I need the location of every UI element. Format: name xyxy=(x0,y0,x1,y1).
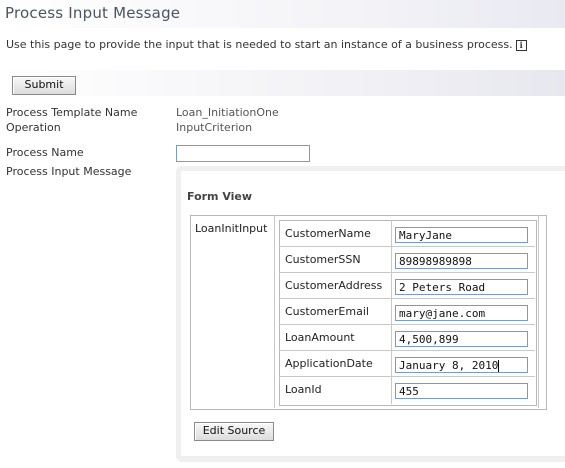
submit-button[interactable]: Submit xyxy=(12,76,76,95)
text-cursor xyxy=(498,360,500,372)
process-name-input[interactable] xyxy=(176,145,310,162)
info-icon[interactable]: i xyxy=(515,39,527,51)
application-date-value: January 8, 2010 xyxy=(399,359,499,372)
loan-amount-label: LoanAmount xyxy=(285,331,355,344)
template-name-label: Process Template Name xyxy=(6,106,138,119)
button-bar: Submit xyxy=(0,70,565,96)
page-description: Use this page to provide the input that … xyxy=(6,38,527,51)
loan-id-field[interactable]: 455 xyxy=(395,383,528,399)
customer-ssn-label: CustomerSSN xyxy=(285,253,361,266)
edit-source-button[interactable]: Edit Source xyxy=(194,422,274,441)
operation-value: InputCriterion xyxy=(176,121,253,134)
operation-label: Operation xyxy=(6,121,61,134)
customer-ssn-field[interactable]: 89898989898 xyxy=(395,253,528,269)
customer-address-field[interactable]: 2 Peters Road xyxy=(395,279,528,295)
template-name-value: Loan_InitiationOne xyxy=(176,106,279,119)
loan-id-label: LoanId xyxy=(285,383,322,396)
description-text: Use this page to provide the input that … xyxy=(6,38,513,51)
application-date-field[interactable]: January 8, 2010 xyxy=(395,357,528,373)
page-title: Process Input Message xyxy=(5,4,181,22)
customer-name-label: CustomerName xyxy=(285,227,371,240)
process-name-label: Process Name xyxy=(6,146,84,159)
form-view-title: Form View xyxy=(187,190,253,203)
customer-name-field[interactable]: MaryJane xyxy=(395,227,528,243)
loan-amount-field[interactable]: 4,500,899 xyxy=(395,331,528,347)
page-header: Process Input Message xyxy=(0,0,565,28)
outer-divider xyxy=(538,215,539,408)
root-element-label: LoanInitInput xyxy=(195,222,268,235)
customer-email-label: CustomerEmail xyxy=(285,305,369,318)
process-input-message-label: Process Input Message xyxy=(6,165,132,178)
customer-email-field[interactable]: mary@jane.com xyxy=(395,305,528,321)
customer-address-label: CustomerAddress xyxy=(285,279,383,292)
outer-divider xyxy=(274,215,275,408)
application-date-label: ApplicationDate xyxy=(285,357,373,370)
